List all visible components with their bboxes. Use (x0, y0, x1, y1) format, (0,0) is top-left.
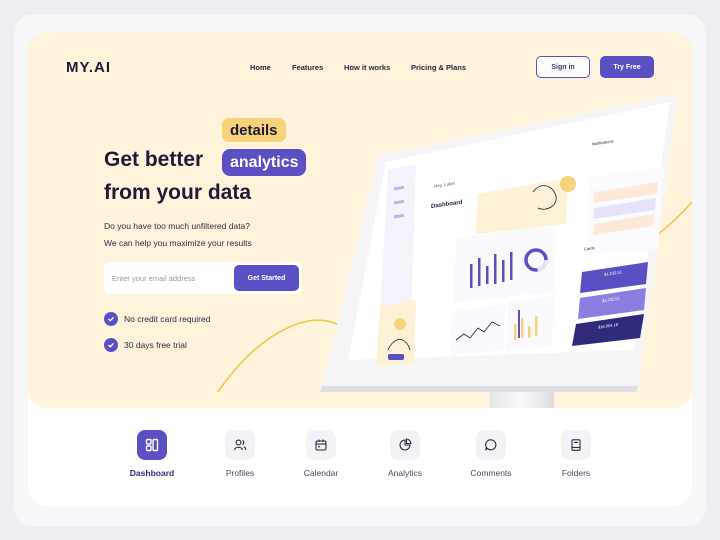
subtitle-line1: Do you have too much unfiltered data? (104, 221, 251, 231)
feature-tabs: Dashboard Profiles Calendar Analytics Co (28, 430, 692, 486)
calendar-icon (306, 430, 336, 460)
hero-section: MY.AI Home Features How it works Pricing… (28, 32, 692, 408)
feature-no-credit-card: No credit card required (124, 314, 211, 324)
headline-line2: from your data (104, 181, 252, 204)
details-tag: details (222, 118, 286, 142)
tab-label: Calendar (303, 468, 339, 478)
tab-label: Analytics (387, 468, 422, 478)
tab-dashboard[interactable]: Dashboard (112, 430, 192, 478)
monitor-mockup: Dashboard Hey, Luke! Notifications Cards… (320, 94, 678, 392)
analytics-tag: analytics (222, 149, 307, 176)
tab-comments[interactable]: Comments (451, 430, 531, 478)
comments-icon (476, 430, 506, 460)
profiles-icon (225, 430, 255, 460)
check-icon (104, 312, 118, 326)
analytics-icon (390, 430, 420, 460)
email-signup-form: Get Started (104, 262, 302, 294)
tab-profiles[interactable]: Profiles (200, 430, 280, 478)
headline-line1: Get better (104, 148, 204, 171)
check-icon (104, 338, 118, 352)
tab-label: Profiles (225, 468, 255, 478)
folders-icon (561, 430, 591, 460)
tab-folders[interactable]: Folders (536, 430, 616, 478)
feature-free-trial: 30 days free trial (124, 340, 187, 350)
tab-analytics[interactable]: Analytics (365, 430, 445, 478)
tab-calendar[interactable]: Calendar (281, 430, 361, 478)
get-started-button[interactable]: Get Started (234, 265, 299, 291)
landing-page: MY.AI Home Features How it works Pricing… (28, 32, 692, 506)
email-input[interactable] (108, 266, 228, 290)
tab-label: Folders (561, 468, 591, 478)
subtitle-line2: We can help you maximize your results (104, 238, 252, 248)
dashboard-icon (137, 430, 167, 460)
tab-label: Comments (470, 468, 512, 478)
tab-label: Dashboard (129, 468, 175, 478)
